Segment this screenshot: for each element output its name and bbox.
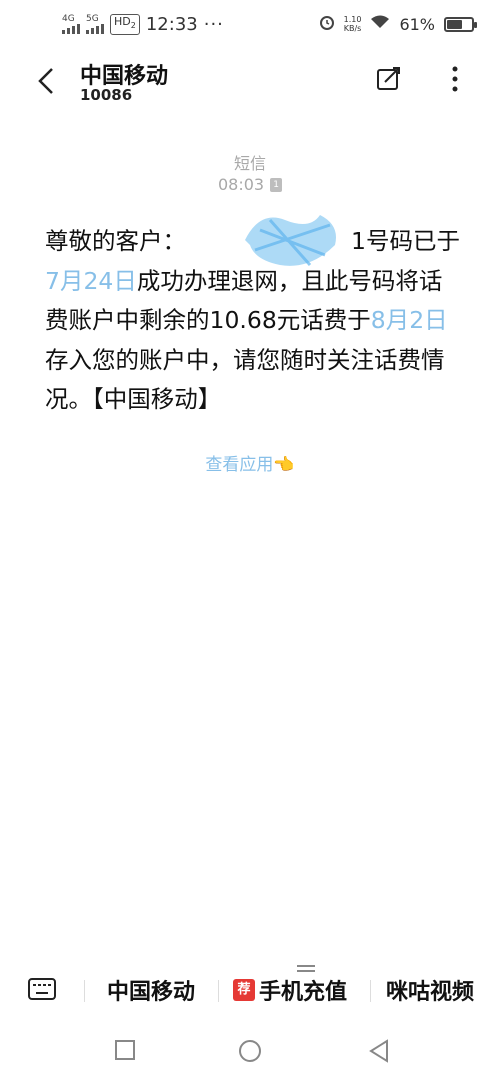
back-arrow-icon [38,68,53,94]
home-button[interactable] [238,1039,262,1067]
battery-percent: 61% [399,14,435,34]
keyboard-icon [28,978,56,1000]
status-left: 4G 5G HD2 12:33 ··· [62,14,224,35]
wifi-icon [370,14,390,34]
network-type-label: 5G [86,14,99,24]
status-more-icon: ··· [203,14,224,35]
speed-unit: KB/s [343,24,362,33]
back-button[interactable] [36,66,56,100]
menu-divider [218,980,219,1002]
battery-fill [447,19,462,29]
menu-item-label: 中国移动 [107,980,196,1005]
alarm-icon [319,14,335,34]
network-speed: 1.10 KB/s [344,15,362,33]
menu-divider [370,980,371,1002]
compose-button[interactable] [375,64,403,92]
battery-icon [444,16,477,32]
message-text: 存入您的账户中，请您随时关注话费情况。【中国移动】 [45,345,445,414]
message-type-label: 短信 [233,154,266,173]
contact-number: 10086 [80,86,133,104]
signal-4g-icon: 4G [62,15,80,34]
compose-icon [377,67,400,90]
date-link[interactable]: 7月24日 [45,267,137,295]
more-vertical-icon [452,66,458,92]
message-text: 尊敬的客户： [45,227,186,255]
system-navigation-bar [0,1035,500,1069]
status-bar: 4G 5G HD2 12:33 ··· 1.10 KB/s 61% [0,0,500,50]
menu-item-label: 咪咕视频 [386,980,475,1005]
keyboard-toggle-button[interactable] [28,978,56,1004]
status-right: 1.10 KB/s 61% [319,14,477,34]
status-time: 12:33 [145,14,198,35]
signal-5g-icon: 5G [86,15,104,34]
speed-value: 1.10 [343,15,362,24]
recents-button[interactable] [114,1039,136,1065]
hd-label: HD [114,15,131,29]
network-type-label: 4G [62,14,75,24]
bottom-menu: 中国移动 荐手机充值 咪咕视频 [0,970,500,1010]
message-time: 08:03 [218,175,265,194]
square-icon [115,1040,135,1060]
menu-item-migu-video[interactable]: 咪咕视频 [386,974,474,1006]
date-link[interactable]: 8月2日 [371,306,448,334]
message-text: 1号码已于 [351,227,460,255]
hd-sub-label: 2 [130,21,136,31]
back-nav-button[interactable] [368,1039,390,1067]
hd-voice-icon: HD2 [110,14,140,35]
more-options-button[interactable] [445,64,465,94]
triangle-back-icon [369,1039,388,1063]
menu-divider [84,980,85,1002]
menu-item-china-mobile[interactable]: 中国移动 [107,974,195,1006]
message-body: 尊敬的客户： 1号码已于7月24日成功办理退网，且此号码将话费账户中剩余的10.6… [45,222,465,420]
conversation-header: 中国移动 10086 [0,52,500,112]
message-timestamp: 08:03 1 [218,175,283,194]
recommend-badge: 荐 [233,979,255,1001]
view-apps-link[interactable]: 查看应用👈 [0,450,500,475]
sim-slot-icon: 1 [270,177,283,192]
circle-icon [239,1040,261,1062]
menu-item-phone-recharge[interactable]: 荐手机充值 [233,974,347,1006]
menu-item-label: 手机充值 [259,980,348,1005]
